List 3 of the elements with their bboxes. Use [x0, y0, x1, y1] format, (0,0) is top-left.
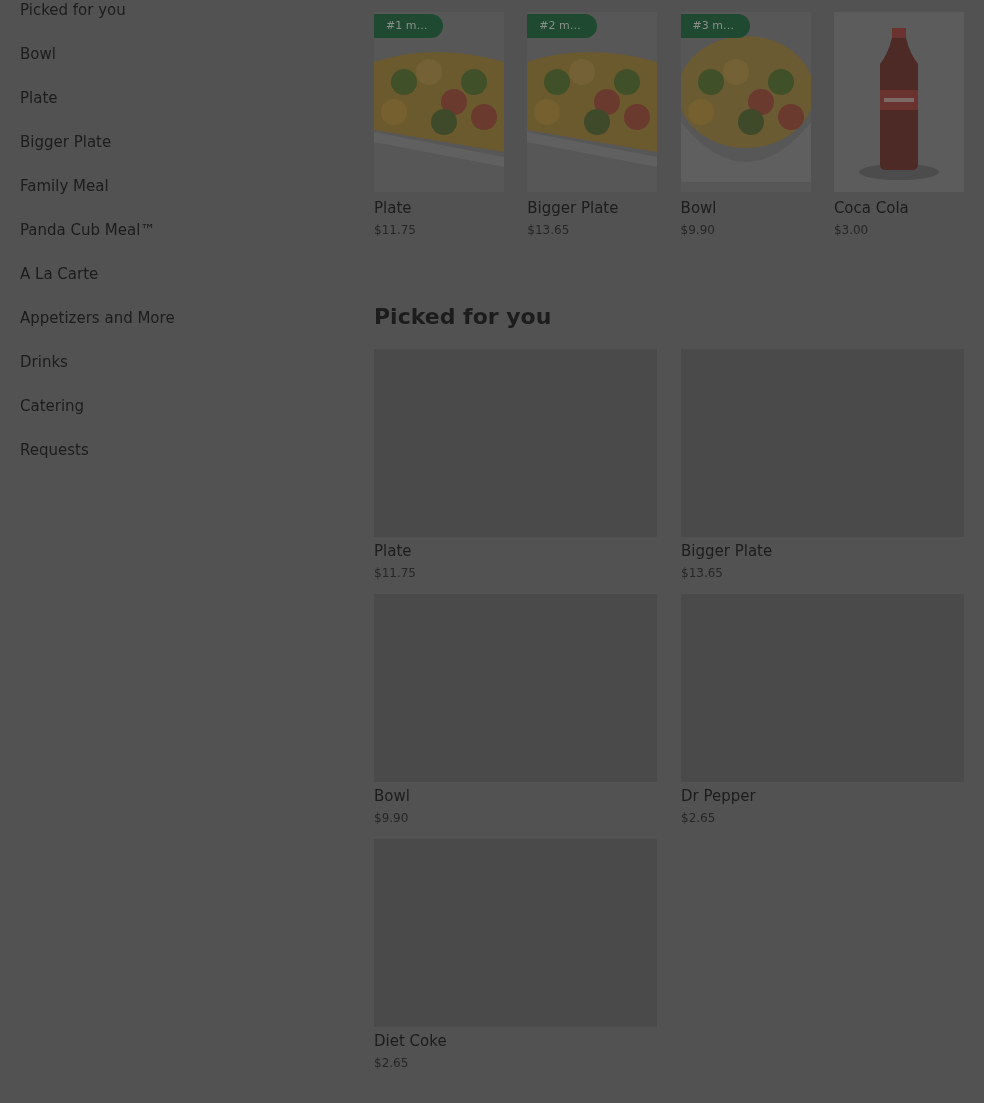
- rank-badge: #2 m…: [527, 14, 597, 38]
- rank-badge: #3 m…: [680, 14, 751, 38]
- rank-badge: #1 m…: [374, 14, 444, 38]
